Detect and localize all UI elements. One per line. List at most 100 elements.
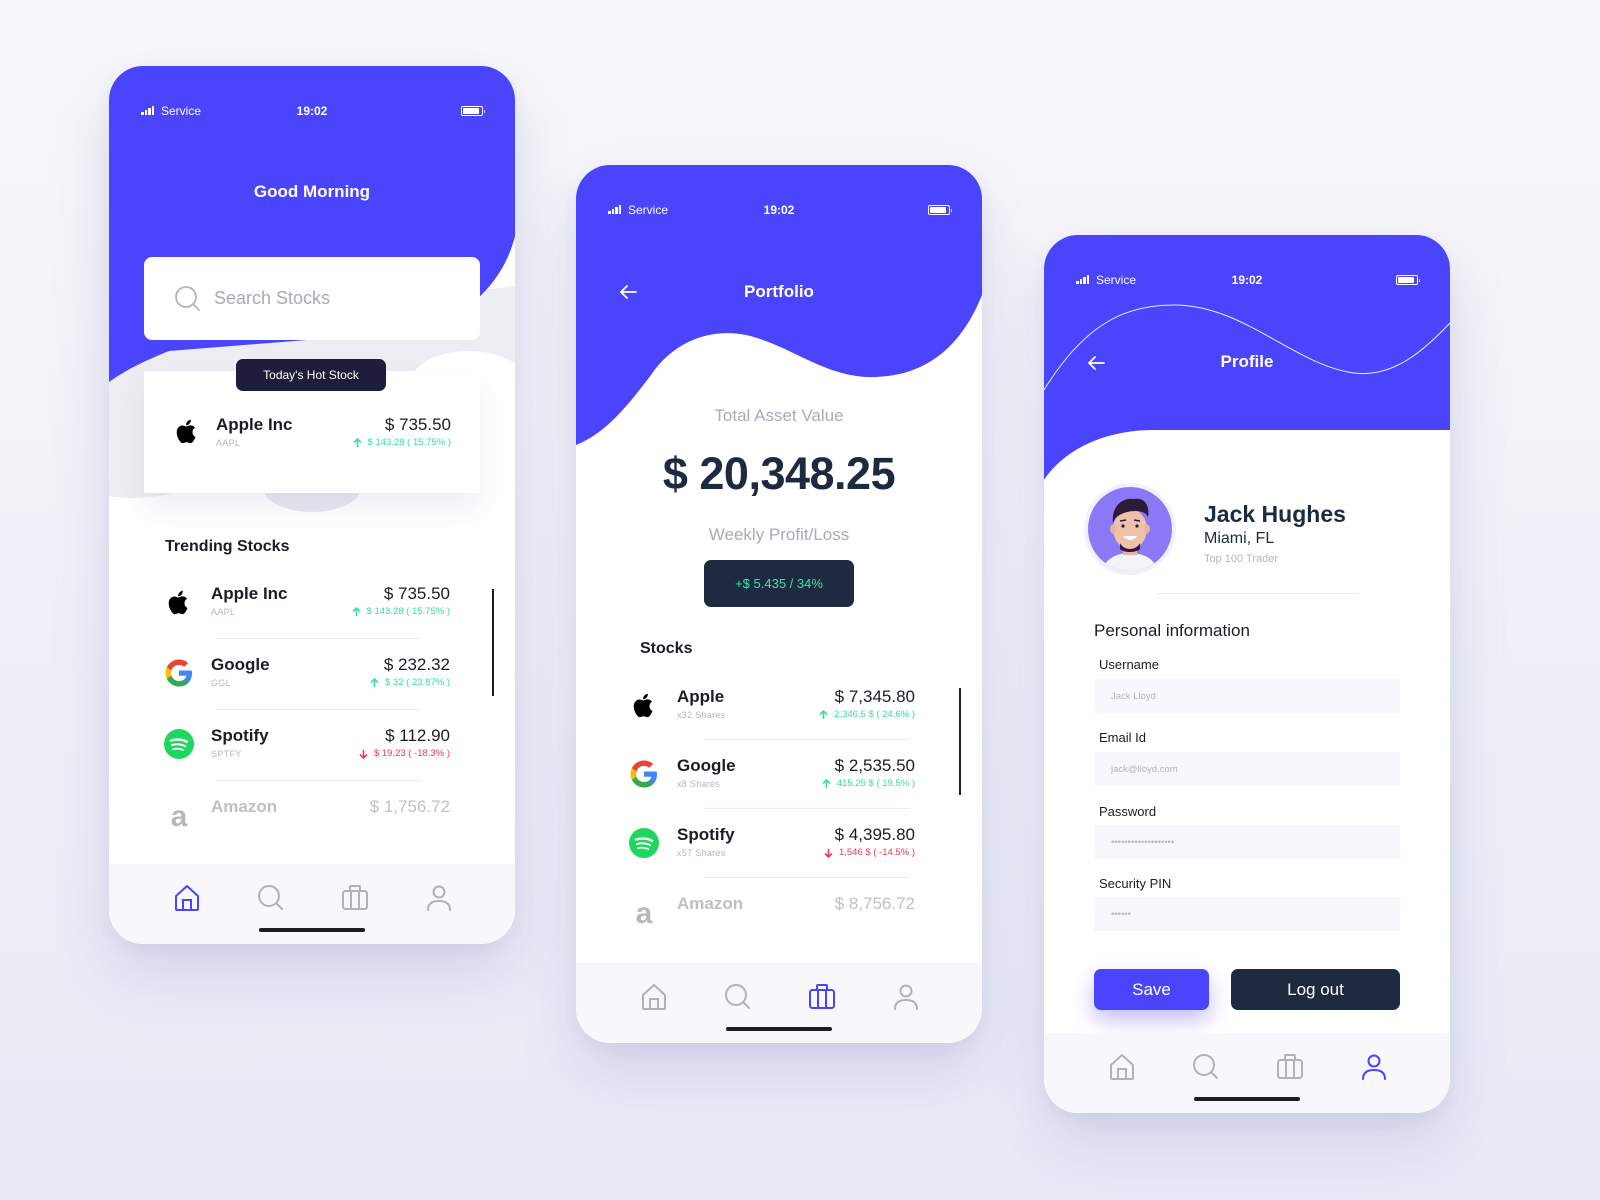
stock-name: Spotify: [211, 726, 269, 745]
tab-profile-user-icon[interactable]: [423, 882, 455, 914]
username-label: Username: [1099, 657, 1159, 672]
security-pin-field[interactable]: [1094, 897, 1400, 931]
tab-portfolio-briefcase-icon[interactable]: [806, 981, 838, 1013]
stock-change-value: $ 143.28 ( 15.75% ): [366, 606, 450, 617]
row-divider: [216, 709, 421, 710]
username-field[interactable]: [1094, 679, 1400, 713]
tab-search-search-icon[interactable]: [1190, 1051, 1222, 1083]
profile-location: Miami, FL: [1204, 530, 1275, 547]
list-scrollbar[interactable]: [492, 589, 494, 696]
stock-list-item[interactable]: Google GGL $ 232.32 $ 32 ( 23.87% ): [163, 651, 450, 711]
hot-stock-row[interactable]: Apple Inc AAPL $ 735.50 $ 143.28 ( 15.75…: [171, 411, 451, 471]
stock-price: $ 2,535.50: [834, 756, 915, 775]
search-icon: [175, 285, 200, 311]
arrow-up-icon: [351, 606, 361, 616]
stock-price: $ 4,395.80: [834, 825, 915, 844]
stock-change: 2,346.5 $ ( 24.6% ): [819, 709, 915, 720]
stock-change: $ 32 ( 23.87% ): [370, 677, 450, 688]
tab-profile-user-icon[interactable]: [890, 981, 922, 1013]
stock-change-value: 1,546 $ ( -14.5% ): [838, 847, 915, 858]
profile-rank: Top 100 Trader: [1204, 553, 1278, 565]
tab-profile-user-icon[interactable]: [1358, 1051, 1390, 1083]
stock-change: $ 143.28 ( 15.75% ): [352, 437, 451, 448]
stock-shares: x57 Shares: [677, 848, 726, 858]
total-asset-value: $ 20,348.25: [662, 448, 896, 499]
stock-change: $ 19.23 ( -18.3% ): [359, 748, 450, 759]
stock-price: $ 112.90: [385, 726, 450, 745]
row-divider: [704, 808, 910, 809]
stock-list-item[interactable]: Spotify SPTFY $ 112.90 $ 19.23 ( -18.3% ): [163, 722, 450, 782]
clock: 19:02: [763, 203, 795, 217]
tab-portfolio-briefcase-icon[interactable]: [339, 882, 371, 914]
arrow-down-icon: [359, 749, 368, 759]
weekly-profit-label: Weekly Profit/Loss: [708, 525, 850, 544]
stock-list-item[interactable]: Google x8 Shares $ 2,535.50 415.25 $ ( 19.5…: [628, 752, 915, 812]
password-label: Password: [1099, 804, 1157, 819]
save-button[interactable]: Save: [1094, 969, 1209, 1010]
stock-change-value: 415.25 $ ( 19.5% ): [836, 778, 915, 789]
logout-button[interactable]: Log out: [1231, 969, 1400, 1010]
apple-logo-icon: [163, 586, 195, 618]
tab-search-search-icon[interactable]: [255, 882, 287, 914]
stock-list-item[interactable]: Apple Inc AAPL $ 735.50 $ 143.28 ( 15.75% ): [163, 580, 450, 640]
search-stocks-box[interactable]: [144, 257, 480, 340]
stock-change-value: $ 32 ( 23.87% ): [385, 677, 450, 688]
profile-screen: Service 19:02 Profile Jack Hughes Miami,…: [1044, 235, 1450, 1113]
stock-name: Apple Inc: [216, 415, 293, 434]
home-indicator: [726, 1027, 832, 1031]
arrow-up-icon: [819, 709, 828, 719]
battery-icon: [1396, 275, 1420, 285]
stock-list-item[interactable]: Spotify x57 Shares $ 4,395.80 1,546 $ ( -14…: [628, 821, 915, 881]
row-divider: [704, 877, 910, 878]
tab-home-home-icon[interactable]: [171, 882, 203, 914]
clock: 19:02: [296, 104, 328, 118]
battery-icon: [928, 205, 952, 215]
profile-title: Profile: [1220, 352, 1274, 371]
home-indicator: [259, 928, 365, 932]
stock-ticker: AAPL: [216, 438, 241, 448]
row-divider: [216, 638, 421, 639]
google-logo-icon: [163, 657, 195, 689]
row-divider: [704, 739, 910, 740]
stock-price: $ 735.50: [383, 584, 450, 603]
portfolio-screen: Service 19:02 Portfolio Total Asset Valu…: [576, 165, 982, 1043]
apple-logo-icon: [171, 415, 203, 447]
password-field[interactable]: [1094, 825, 1400, 859]
greeting-title: Good Morning: [253, 182, 371, 201]
amazon-logo-icon: [163, 799, 195, 831]
personal-info-title: Personal information: [1094, 621, 1250, 640]
google-logo-icon: [628, 758, 660, 790]
profile-name: Jack Hughes: [1204, 501, 1346, 527]
stock-list-item[interactable]: Apple x32 Shares $ 7,345.80 2,346.5 $ ( 24.…: [628, 683, 915, 743]
list-scrollbar[interactable]: [959, 688, 961, 795]
battery-icon: [461, 106, 485, 116]
tab-home-home-icon[interactable]: [638, 981, 670, 1013]
stock-shares: x8 Shares: [677, 779, 721, 789]
portfolio-title: Portfolio: [744, 282, 814, 301]
status-bar: Service 19:02: [576, 203, 982, 219]
home-screen: Service 19:02 Good Morning Today's Hot S…: [109, 66, 515, 944]
avatar[interactable]: [1084, 483, 1176, 575]
stock-list-item[interactable]: Amazon $ 1,756.72: [163, 793, 450, 853]
email-field[interactable]: [1094, 752, 1400, 786]
arrow-up-icon: [352, 437, 362, 447]
tab-search-search-icon[interactable]: [722, 981, 754, 1013]
spotify-logo-icon: [163, 728, 195, 760]
bottom-tab-bar: [1044, 1033, 1450, 1113]
row-divider: [216, 780, 421, 781]
search-stocks-input[interactable]: [214, 288, 454, 309]
stock-name: Spotify: [677, 825, 735, 844]
stock-shares: x32 Shares: [677, 710, 726, 720]
stock-change: $ 143.28 ( 15.75% ): [351, 606, 450, 617]
stock-list-item[interactable]: Amazon $ 8,756.72: [628, 890, 915, 950]
home-indicator: [1194, 1097, 1300, 1101]
security-pin-label: Security PIN: [1099, 876, 1172, 891]
stock-change-value: $ 19.23 ( -18.3% ): [373, 748, 450, 759]
bottom-tab-bar: [109, 864, 515, 944]
stock-change-value: 2,346.5 $ ( 24.6% ): [834, 709, 915, 720]
apple-logo-icon: [628, 689, 660, 721]
spotify-logo-icon: [628, 827, 660, 859]
stock-price: $ 232.32: [383, 655, 450, 674]
tab-home-home-icon[interactable]: [1106, 1051, 1138, 1083]
tab-portfolio-briefcase-icon[interactable]: [1274, 1051, 1306, 1083]
